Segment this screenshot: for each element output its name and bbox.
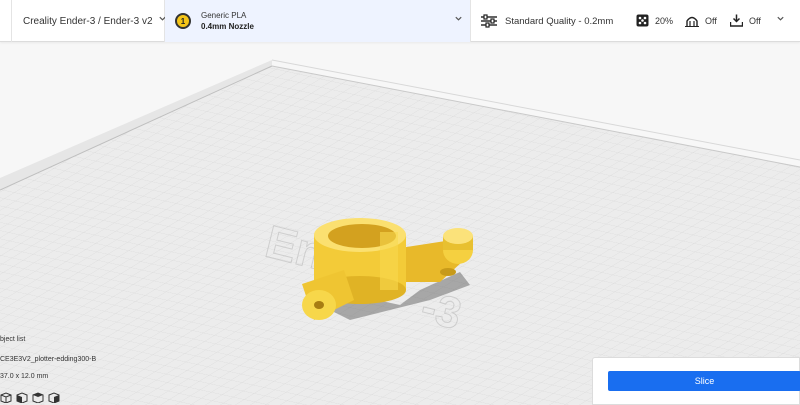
extruder-icon: 1 — [175, 13, 191, 29]
print-settings-selector[interactable]: Standard Quality - 0.2mm 20% Off Off — [471, 0, 800, 42]
object-dimensions: 37.0 x 12.0 mm — [0, 373, 49, 380]
object-name[interactable]: CE3E3V2_plotter-edding300-B — [0, 356, 96, 363]
nozzle-size: 0.4mm Nozzle — [201, 22, 254, 31]
printer-selector[interactable]: Creality Ender-3 / Ender-3 v2 — [11, 0, 166, 42]
sliders-icon — [481, 14, 497, 28]
top-toolbar: Creality Ender-3 / Ender-3 v2 1 Generic … — [0, 0, 800, 42]
chevron-down-icon — [776, 14, 785, 25]
infill-setting: 20% — [636, 14, 673, 27]
support-setting: Off — [685, 14, 717, 27]
3d-viewport[interactable]: Ender -3 — [0, 0, 800, 405]
slice-panel: Slice — [592, 357, 800, 405]
material-name: Generic PLA — [201, 11, 247, 20]
infill-icon — [636, 14, 649, 27]
view-side-icon[interactable] — [48, 390, 60, 404]
adhesion-icon — [730, 14, 743, 27]
adhesion-setting: Off — [730, 14, 761, 27]
view-3d-icon[interactable] — [0, 390, 12, 404]
infill-value: 20% — [655, 15, 674, 26]
object-list-title[interactable]: bject list — [0, 336, 25, 343]
view-top-icon[interactable] — [32, 390, 44, 404]
support-icon — [685, 14, 699, 27]
printer-name: Creality Ender-3 / Ender-3 v2 — [23, 15, 153, 27]
view-buttons — [0, 390, 60, 404]
chevron-down-icon — [454, 14, 463, 25]
material-selector[interactable]: 1 Generic PLA 0.4mm Nozzle — [165, 0, 471, 42]
build-plate-view: Ender -3 — [0, 59, 800, 405]
adhesion-value: Off — [749, 15, 761, 26]
view-front-icon[interactable] — [16, 390, 28, 404]
slice-button[interactable]: Slice — [608, 371, 800, 391]
support-value: Off — [705, 15, 717, 26]
quality-label: Standard Quality - 0.2mm — [505, 15, 614, 27]
